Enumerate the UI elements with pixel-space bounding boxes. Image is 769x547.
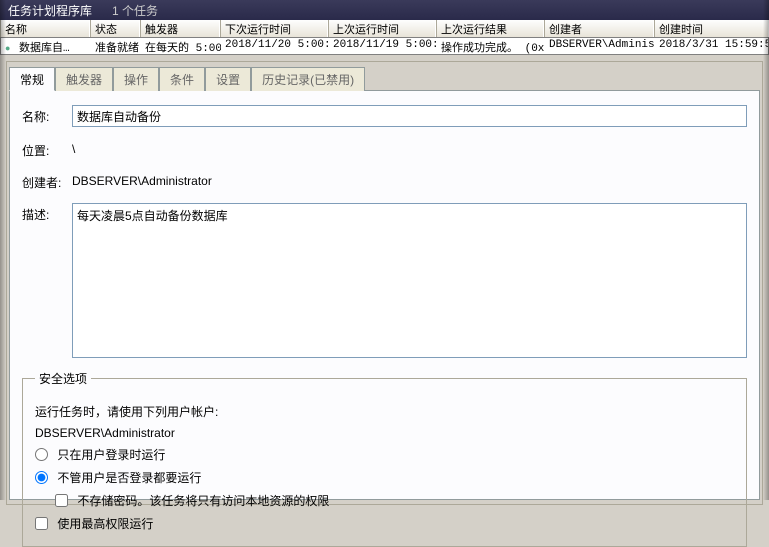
window-title: 任务计划程序库: [8, 2, 92, 19]
task-list-header: 名称 状态 触发器 下次运行时间 上次运行时间 上次运行结果 创建者 创建时间: [0, 20, 769, 38]
tab-conditions[interactable]: 条件: [159, 67, 205, 91]
name-input[interactable]: [72, 105, 747, 127]
col-last-result[interactable]: 上次运行结果: [436, 20, 544, 37]
security-legend: 安全选项: [35, 370, 91, 387]
label-name: 名称:: [22, 105, 72, 125]
row-next: 2018/11/20 5:00:00: [221, 38, 329, 54]
col-next-run[interactable]: 下次运行时间: [220, 20, 328, 37]
radio-logged-on[interactable]: [35, 448, 48, 461]
col-name[interactable]: 名称: [0, 20, 90, 37]
row-name: 数据库自…: [19, 43, 70, 54]
tab-strip: 常规 触发器 操作 条件 设置 历史记录(已禁用): [7, 62, 762, 90]
tab-triggers[interactable]: 触发器: [55, 67, 113, 91]
security-options-group: 安全选项 运行任务时，请使用下列用户帐户: DBSERVER\Administr…: [22, 370, 747, 547]
value-author: DBSERVER\Administrator: [72, 171, 747, 188]
radio-logged-on-label[interactable]: 只在用户登录时运行: [35, 448, 165, 462]
properties-panel: 常规 触发器 操作 条件 设置 历史记录(已禁用) 名称: 位置: \ 创建者:…: [6, 61, 763, 505]
table-row[interactable]: 数据库自… 准备就绪 在每天的 5:00 2018/11/20 5:00:00 …: [1, 38, 768, 54]
col-author[interactable]: 创建者: [544, 20, 654, 37]
task-list[interactable]: 数据库自… 准备就绪 在每天的 5:00 2018/11/20 5:00:00 …: [0, 38, 769, 55]
row-trigger: 在每天的 5:00: [141, 38, 221, 54]
title-bar: 任务计划程序库 1 个任务: [0, 0, 769, 20]
tab-settings[interactable]: 设置: [205, 67, 251, 91]
cb-highest-label[interactable]: 使用最高权限运行: [35, 517, 153, 531]
account-value: DBSERVER\Administrator: [35, 426, 734, 440]
col-created[interactable]: 创建时间: [654, 20, 769, 37]
col-trigger[interactable]: 触发器: [140, 20, 220, 37]
value-location: \: [72, 139, 747, 156]
tab-general[interactable]: 常规: [9, 67, 55, 91]
tab-actions[interactable]: 操作: [113, 67, 159, 91]
radio-any-label[interactable]: 不管用户是否登录都要运行: [35, 471, 201, 485]
label-description: 描述:: [22, 203, 72, 223]
cb-nostore-label[interactable]: 不存储密码。该任务将只有访问本地资源的权限: [55, 494, 329, 508]
cb-highest[interactable]: [35, 517, 48, 530]
description-textarea[interactable]: 每天凌晨5点自动备份数据库: [72, 203, 747, 358]
row-status: 准备就绪: [91, 38, 141, 54]
row-created: 2018/3/31 15:59:58: [655, 38, 768, 54]
tab-history[interactable]: 历史记录(已禁用): [251, 67, 365, 91]
account-label: 运行任务时，请使用下列用户帐户:: [35, 403, 734, 420]
col-last-run[interactable]: 上次运行时间: [328, 20, 436, 37]
radio-any[interactable]: [35, 471, 48, 484]
task-status-icon: [5, 43, 19, 54]
row-result: 操作成功完成。 (0x0): [437, 38, 545, 54]
task-count: 1 个任务: [112, 2, 158, 19]
tab-content-general: 名称: 位置: \ 创建者: DBSERVER\Administrator 描述…: [9, 90, 760, 500]
row-author: DBSERVER\Administrator: [545, 38, 655, 54]
col-status[interactable]: 状态: [90, 20, 140, 37]
row-last: 2018/11/19 5:00:00: [329, 38, 437, 54]
cb-nostore[interactable]: [55, 494, 68, 507]
label-location: 位置:: [22, 139, 72, 159]
label-author: 创建者:: [22, 171, 72, 191]
shadow-decor-right: [763, 0, 769, 500]
